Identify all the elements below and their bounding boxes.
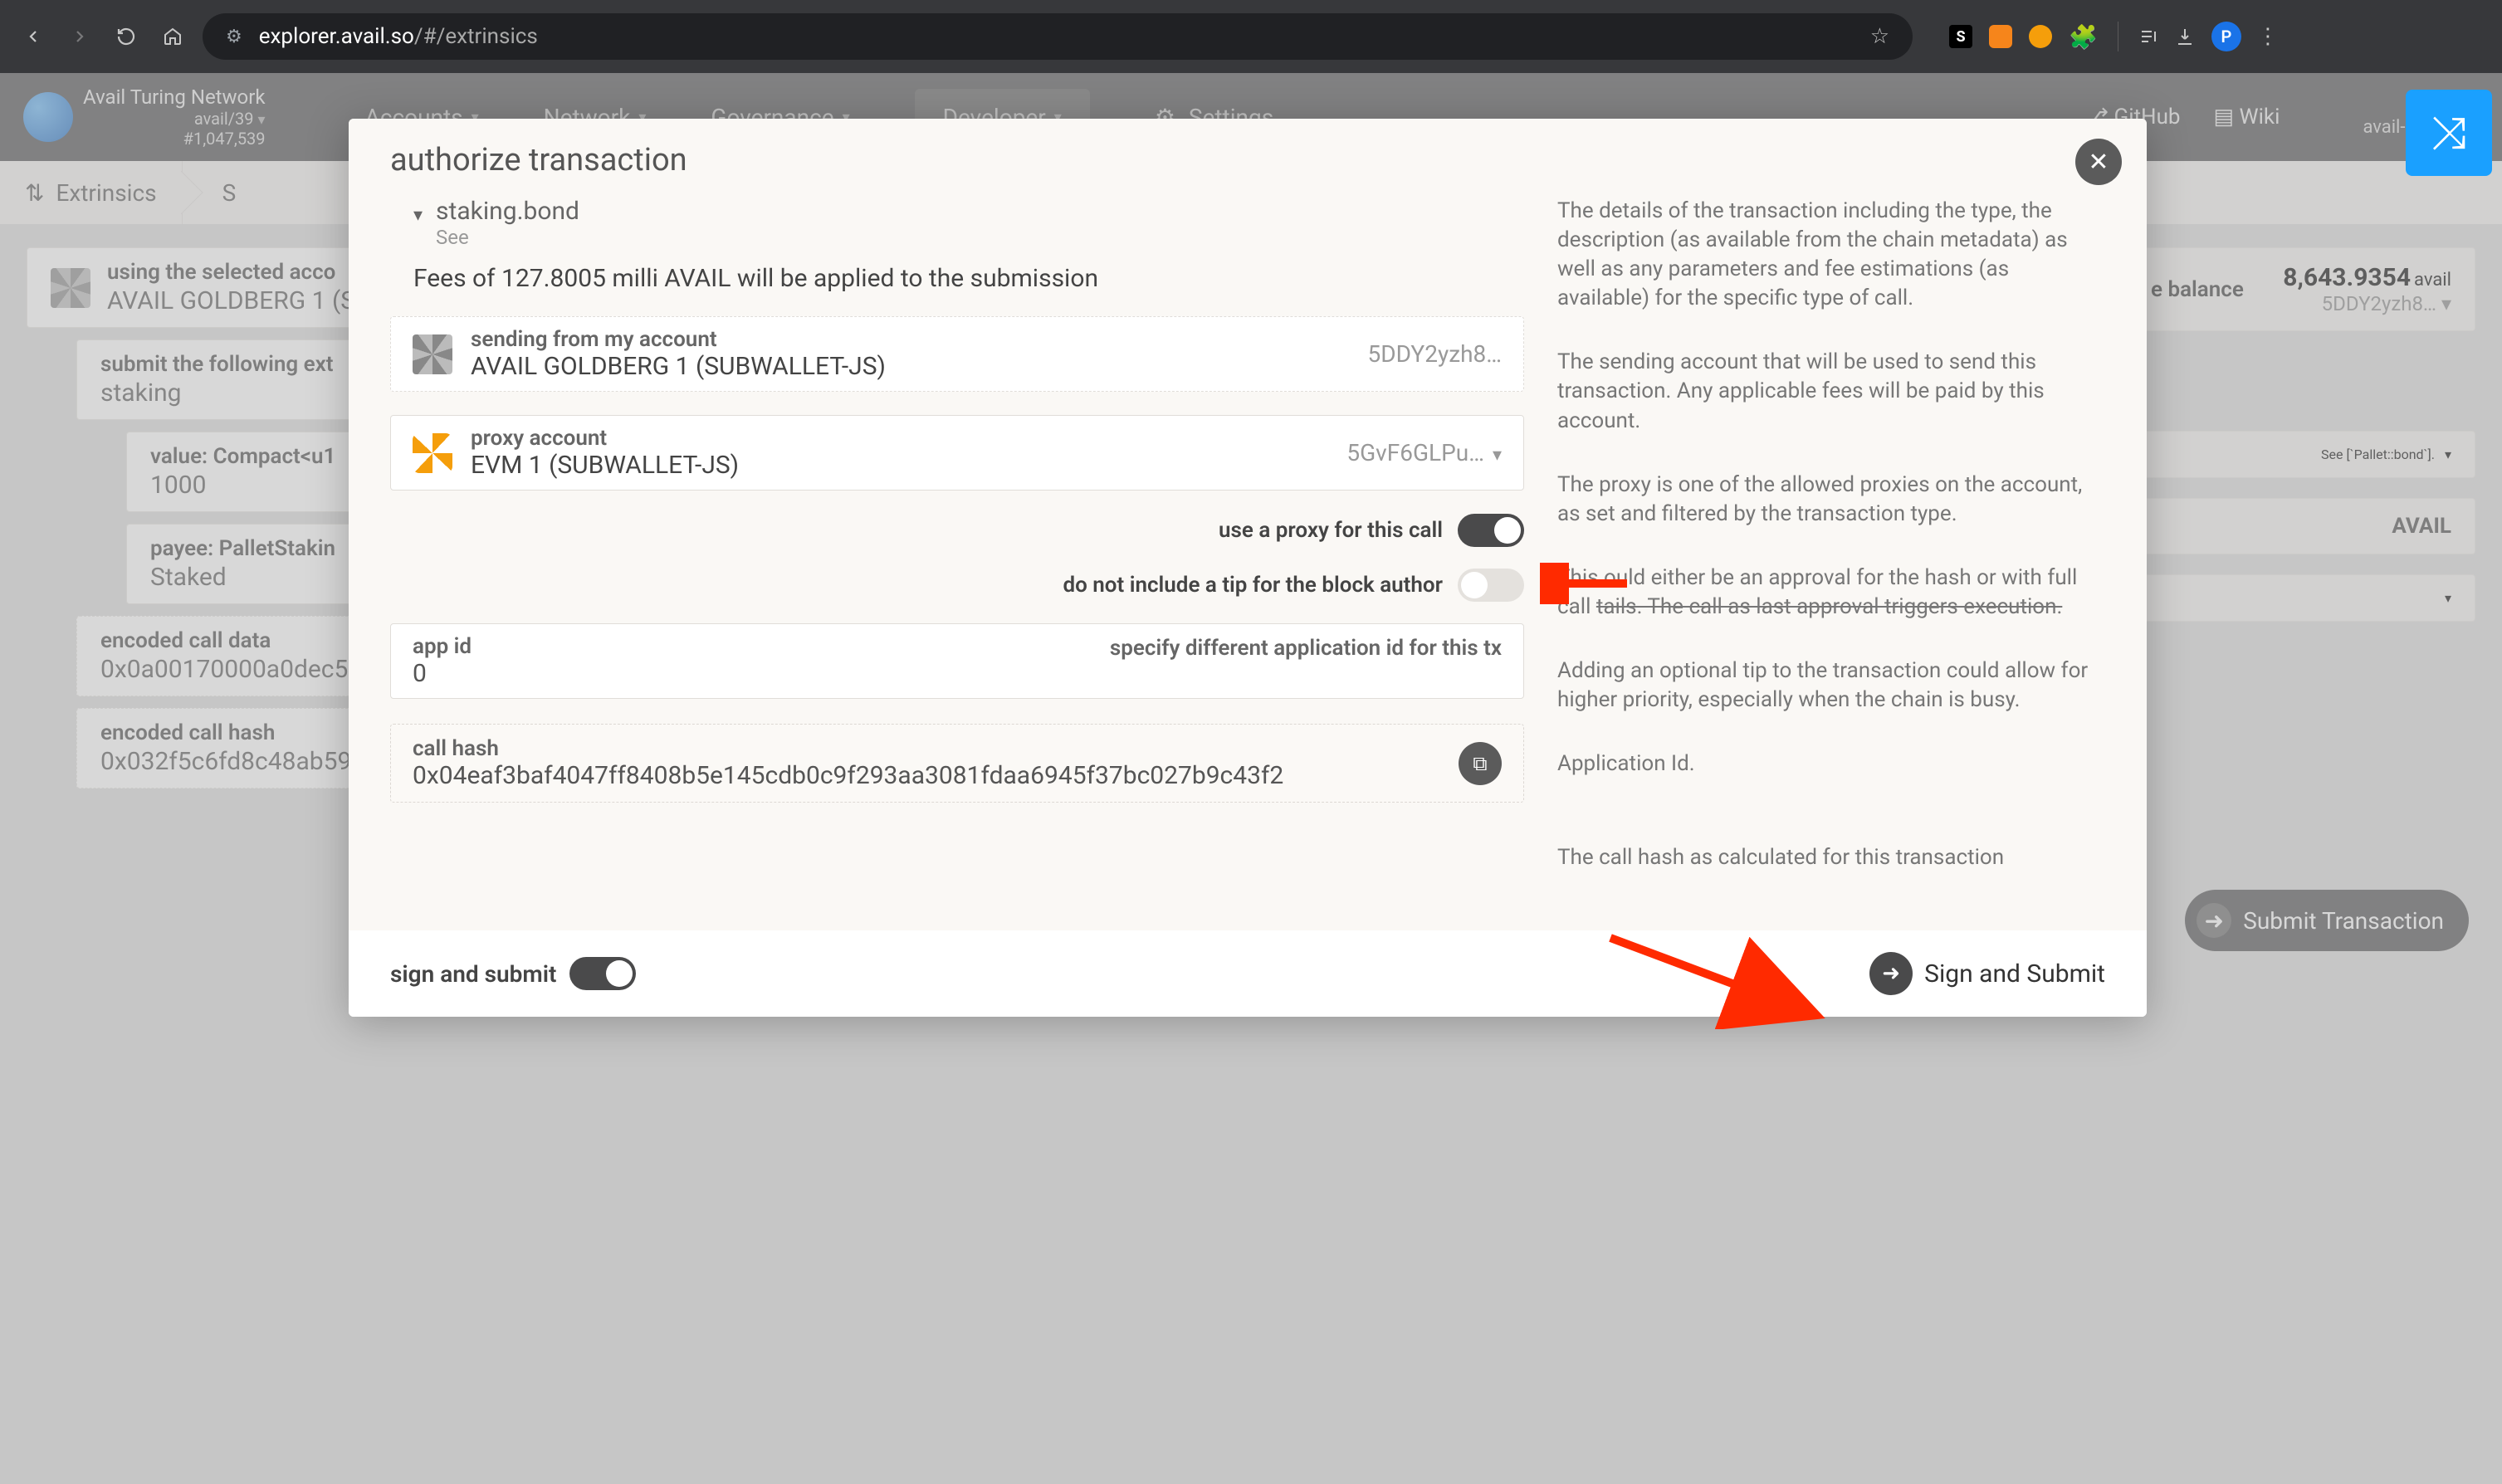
sign-submit-btn-label: Sign and Submit	[1924, 959, 2105, 989]
appid-hint: specify different application id for thi…	[1110, 634, 1502, 661]
desc-callhash: The call hash as calculated for this tra…	[1557, 843, 2105, 872]
extension-icons: S 🧩 P ⋮	[1949, 22, 2278, 51]
extrinsic-section: staking.bond	[436, 197, 579, 226]
copy-hash-button[interactable]: ⧉	[1459, 742, 1502, 785]
use-proxy-toggle-row: use a proxy for this call	[390, 514, 1524, 547]
sending-name: AVAIL GOLDBERG 1 (SUBWALLET-JS)	[471, 352, 1350, 381]
proxy-account-selector[interactable]: proxy account EVM 1 (SUBWALLET-JS) 5GvF6…	[390, 415, 1524, 491]
shuffle-icon: ⤨	[2431, 107, 2466, 159]
modal-title: authorize transaction	[390, 142, 2105, 178]
sign-and-submit-button[interactable]: ➜ Sign and Submit	[1869, 952, 2105, 995]
extrinsic-see-link[interactable]: See	[436, 226, 579, 249]
modal-footer: sign and submit ➜ Sign and Submit	[349, 930, 2147, 1017]
url-bar[interactable]: ⚙ explorer.avail.so/#/extrinsics ☆	[203, 13, 1913, 60]
url-path: /#/extrinsics	[414, 24, 538, 49]
proxy-addr: 5GvF6GLPu…	[1346, 439, 1484, 466]
use-proxy-toggle[interactable]	[1458, 514, 1524, 547]
kebab-menu-icon[interactable]: ⋮	[2258, 27, 2278, 46]
no-tip-label: do not include a tip for the block autho…	[1063, 573, 1443, 598]
profile-avatar[interactable]: P	[2211, 22, 2241, 51]
extensions-menu-icon[interactable]: 🧩	[2069, 23, 2098, 51]
chevron-down-icon: ▾	[1493, 445, 1502, 466]
sign-submit-toggle[interactable]	[569, 957, 636, 990]
sign-in-icon: ➜	[1869, 952, 1913, 995]
downloads-icon[interactable]	[2175, 27, 2195, 46]
desc-proxy: The proxy is one of the allowed proxies …	[1557, 471, 2105, 529]
no-tip-toggle[interactable]	[1458, 569, 1524, 602]
close-icon: ✕	[2088, 148, 2109, 177]
identicon	[413, 433, 452, 473]
desc-appid: Application Id.	[1557, 749, 2105, 779]
sending-addr: 5DDY2yzh8…	[1368, 340, 1502, 368]
sending-label: sending from my account	[471, 327, 1350, 352]
desc-approval: This ould either be an approval for the …	[1557, 564, 2105, 622]
app-id-box[interactable]: app id 0 specify different application i…	[390, 623, 1524, 699]
reading-list-icon[interactable]	[2138, 27, 2158, 46]
caret-down-icon[interactable]: ▾	[413, 205, 423, 226]
desc-transaction: The details of the transaction including…	[1557, 197, 2105, 313]
site-settings-icon[interactable]: ⚙	[226, 27, 242, 47]
desc4a: This	[1557, 565, 1599, 590]
bookmark-star-icon[interactable]: ☆	[1870, 24, 1889, 49]
no-tip-toggle-row: do not include a tip for the block autho…	[390, 569, 1524, 602]
desc4c: tails. The call as last approval trigger…	[1596, 594, 2062, 619]
extension-phantom-icon[interactable]	[2029, 25, 2052, 48]
back-button[interactable]	[23, 27, 43, 46]
appid-value: 0	[413, 659, 1110, 688]
authorize-transaction-modal: authorize transaction ✕ ▾ staking.bond S…	[349, 119, 2147, 1017]
fee-line: Fees of 127.8005 milli AVAIL will be app…	[413, 264, 1524, 293]
callhash-value: 0x04eaf3baf4047ff8408b5e145cdb0c9f293aa3…	[413, 761, 1442, 790]
forward-button[interactable]	[70, 27, 90, 46]
close-button[interactable]: ✕	[2075, 139, 2122, 185]
url-host: explorer.avail.so	[259, 24, 414, 49]
proxy-label: proxy account	[471, 426, 1328, 451]
nav-buttons	[23, 27, 183, 46]
copy-icon: ⧉	[1473, 752, 1487, 775]
sign-submit-label: sign and submit	[390, 960, 556, 988]
reload-button[interactable]	[116, 27, 136, 46]
identicon	[413, 334, 452, 374]
call-hash-box: call hash 0x04eaf3baf4047ff8408b5e145cdb…	[390, 724, 1524, 803]
browser-chrome: ⚙ explorer.avail.so/#/extrinsics ☆ S 🧩 P…	[0, 0, 2502, 73]
shuffle-widget[interactable]: ⤨	[2406, 90, 2492, 176]
callhash-label: call hash	[413, 736, 1442, 761]
use-proxy-label: use a proxy for this call	[1219, 518, 1443, 543]
appid-label: app id	[413, 634, 1110, 659]
proxy-name: EVM 1 (SUBWALLET-JS)	[471, 451, 1328, 480]
extension-subwallet-icon[interactable]: S	[1949, 25, 1972, 48]
home-button[interactable]	[163, 27, 183, 46]
desc-tip: Adding an optional tip to the transactio…	[1557, 657, 2105, 715]
desc-sending: The sending account that will be used to…	[1557, 348, 2105, 435]
extension-metamask-icon[interactable]	[1989, 25, 2012, 48]
sending-account-box: sending from my account AVAIL GOLDBERG 1…	[390, 316, 1524, 392]
